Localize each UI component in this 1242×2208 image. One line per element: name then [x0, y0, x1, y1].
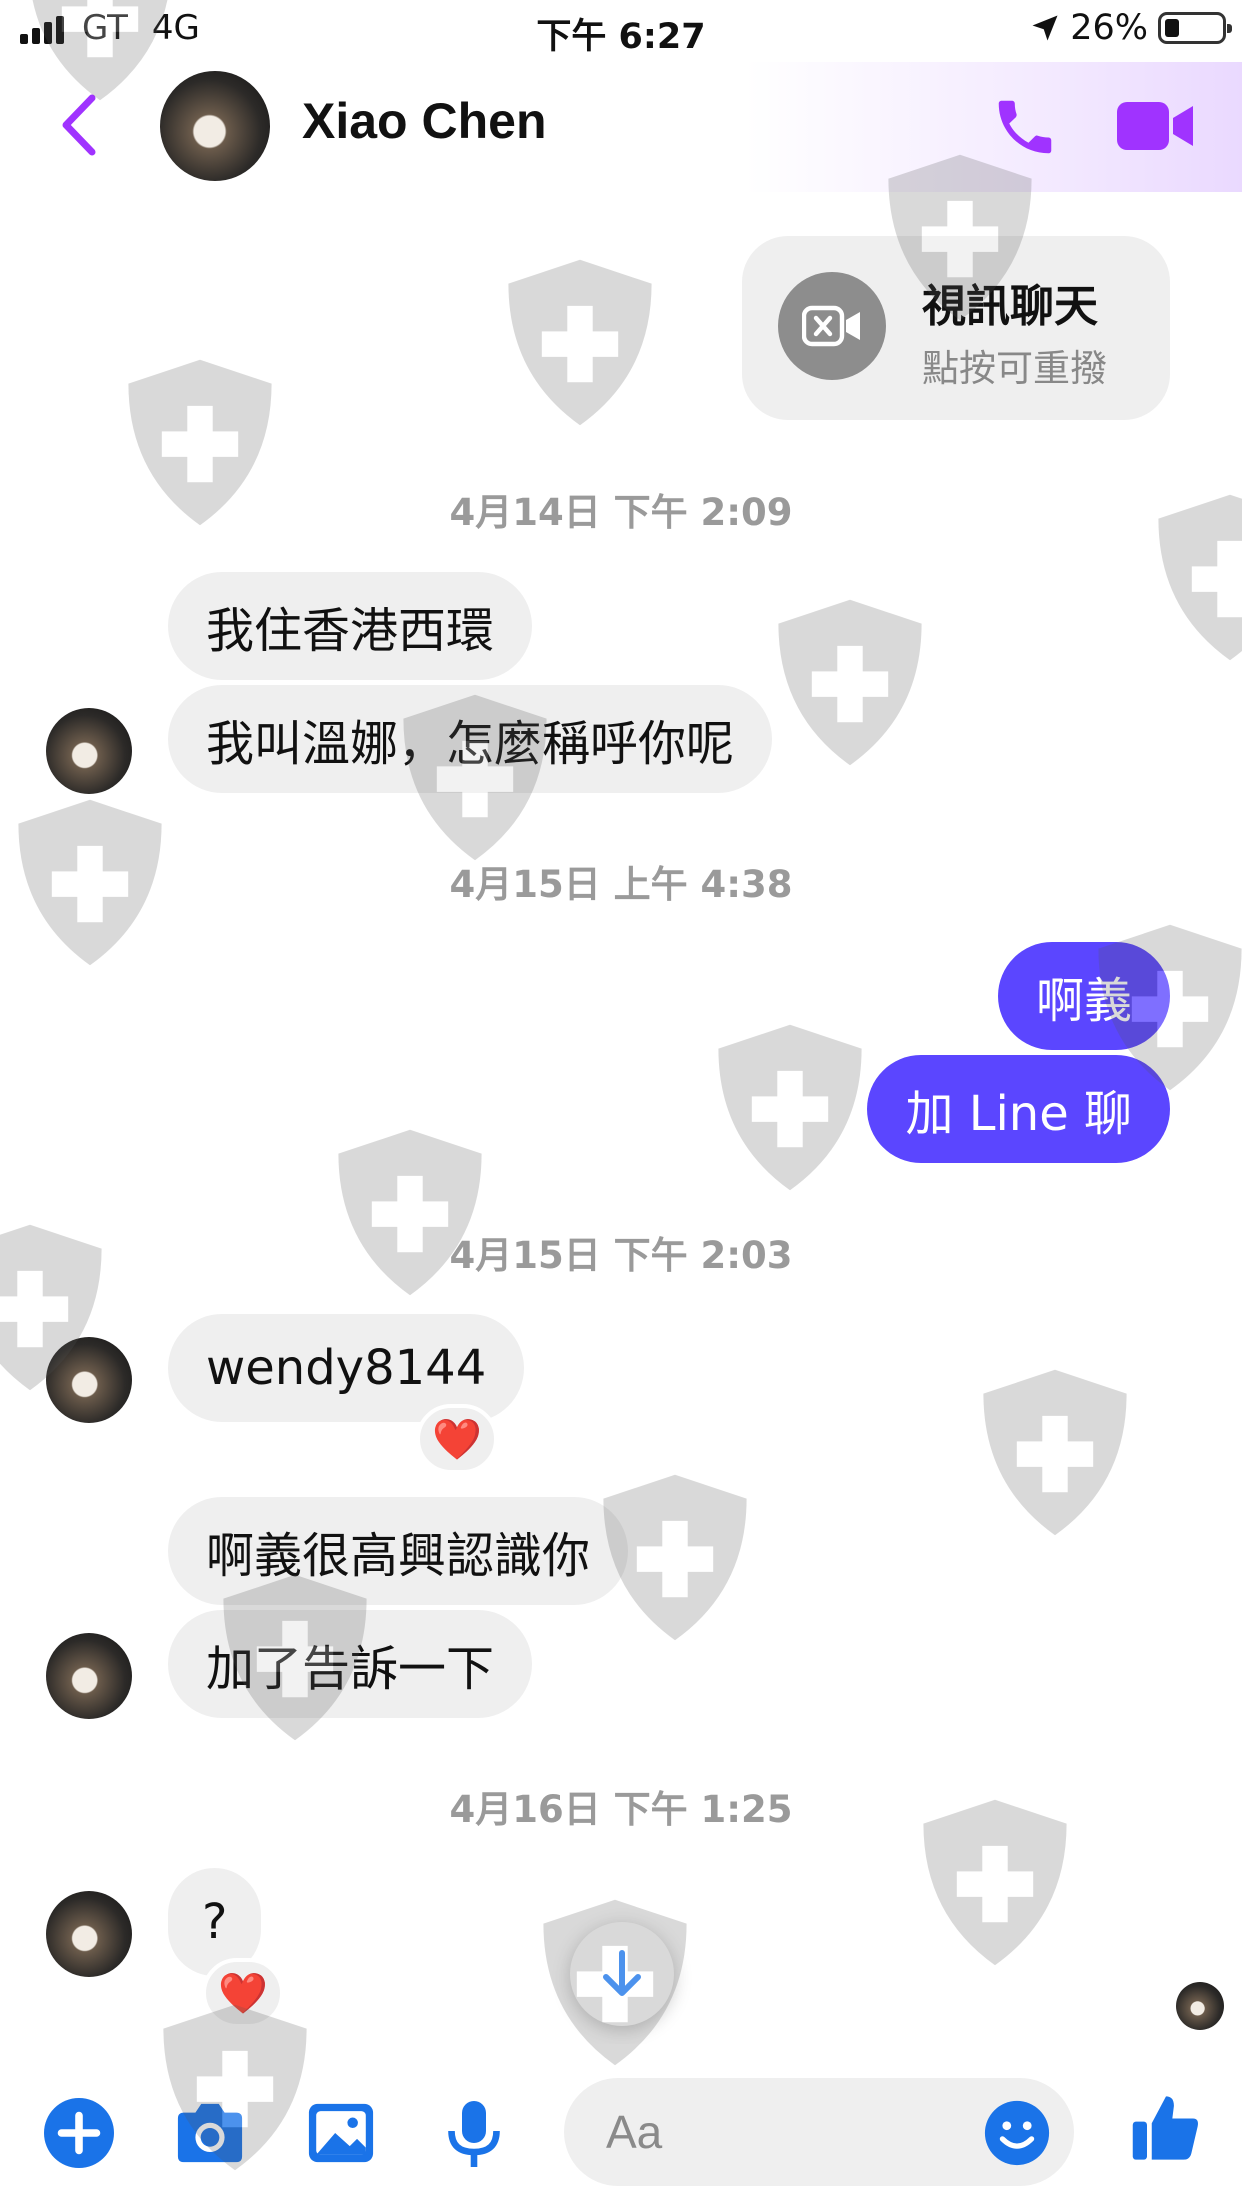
sender-avatar[interactable]	[46, 1633, 132, 1719]
outgoing-message[interactable]: 啊義	[997, 942, 1170, 1050]
video-call-card[interactable]: 視訊聊天 點按可重撥	[742, 236, 1170, 420]
sender-avatar[interactable]	[46, 1891, 132, 1977]
status-bar: GT 4G 下午 6:27 26%	[0, 0, 1242, 62]
timestamp: 4月14日 下午 2:09	[449, 491, 793, 534]
status-right: 26%	[1030, 8, 1232, 48]
battery-icon	[1158, 12, 1232, 44]
thumbs-up-icon[interactable]	[1128, 2088, 1204, 2168]
contact-name[interactable]: Xiao Chen	[302, 92, 546, 150]
battery-percent: 26%	[1070, 8, 1148, 48]
sender-avatar[interactable]	[46, 1337, 132, 1423]
call-card-title: 視訊聊天	[922, 281, 1098, 332]
message-input[interactable]	[606, 2078, 1006, 2186]
video-camera-icon[interactable]	[1115, 98, 1195, 154]
incoming-message[interactable]: 我叫溫娜，怎麼稱呼你呢	[168, 685, 773, 793]
heart-reaction[interactable]: ❤️	[202, 1958, 284, 2028]
messenger-screen: GT 4G 下午 6:27 26% Xiao Chen 視訊聊天 點按可重撥 4…	[0, 0, 1242, 2208]
timestamp: 4月15日 下午 2:03	[449, 1234, 793, 1277]
missed-video-icon	[778, 272, 886, 380]
incoming-message[interactable]: 啊義很高興認識你	[168, 1497, 629, 1605]
incoming-message[interactable]: 加了告訴一下	[168, 1610, 533, 1718]
message-composer	[0, 2044, 1242, 2208]
emoji-icon[interactable]	[982, 2098, 1052, 2168]
heart-reaction[interactable]: ❤️	[416, 1404, 498, 1474]
phone-icon[interactable]	[990, 92, 1060, 162]
timestamp: 4月15日 上午 4:38	[449, 863, 793, 906]
arrow-down-icon	[603, 1950, 641, 1996]
microphone-icon[interactable]	[444, 2098, 504, 2170]
incoming-message[interactable]: 我住香港西環	[168, 572, 533, 680]
chat-header: Xiao Chen	[0, 62, 1242, 192]
image-icon[interactable]	[306, 2098, 376, 2168]
timestamp: 4月16日 下午 1:25	[449, 1788, 793, 1831]
plus-icon[interactable]	[44, 2098, 114, 2168]
read-receipt-avatar	[1176, 1982, 1224, 2030]
location-arrow-icon	[1032, 15, 1058, 41]
message-list[interactable]: 視訊聊天 點按可重撥 4月14日 下午 2:09 我住香港西環 我叫溫娜，怎麼稱…	[0, 192, 1242, 2044]
scroll-to-bottom-button[interactable]	[570, 1922, 674, 2026]
call-card-subtitle: 點按可重撥	[922, 347, 1107, 390]
contact-avatar[interactable]	[160, 71, 270, 181]
camera-icon[interactable]	[172, 2098, 248, 2168]
sender-avatar[interactable]	[46, 708, 132, 794]
chevron-left-icon[interactable]	[54, 90, 104, 160]
outgoing-message[interactable]: 加 Line 聊	[867, 1055, 1170, 1163]
message-input-box[interactable]	[564, 2078, 1074, 2186]
